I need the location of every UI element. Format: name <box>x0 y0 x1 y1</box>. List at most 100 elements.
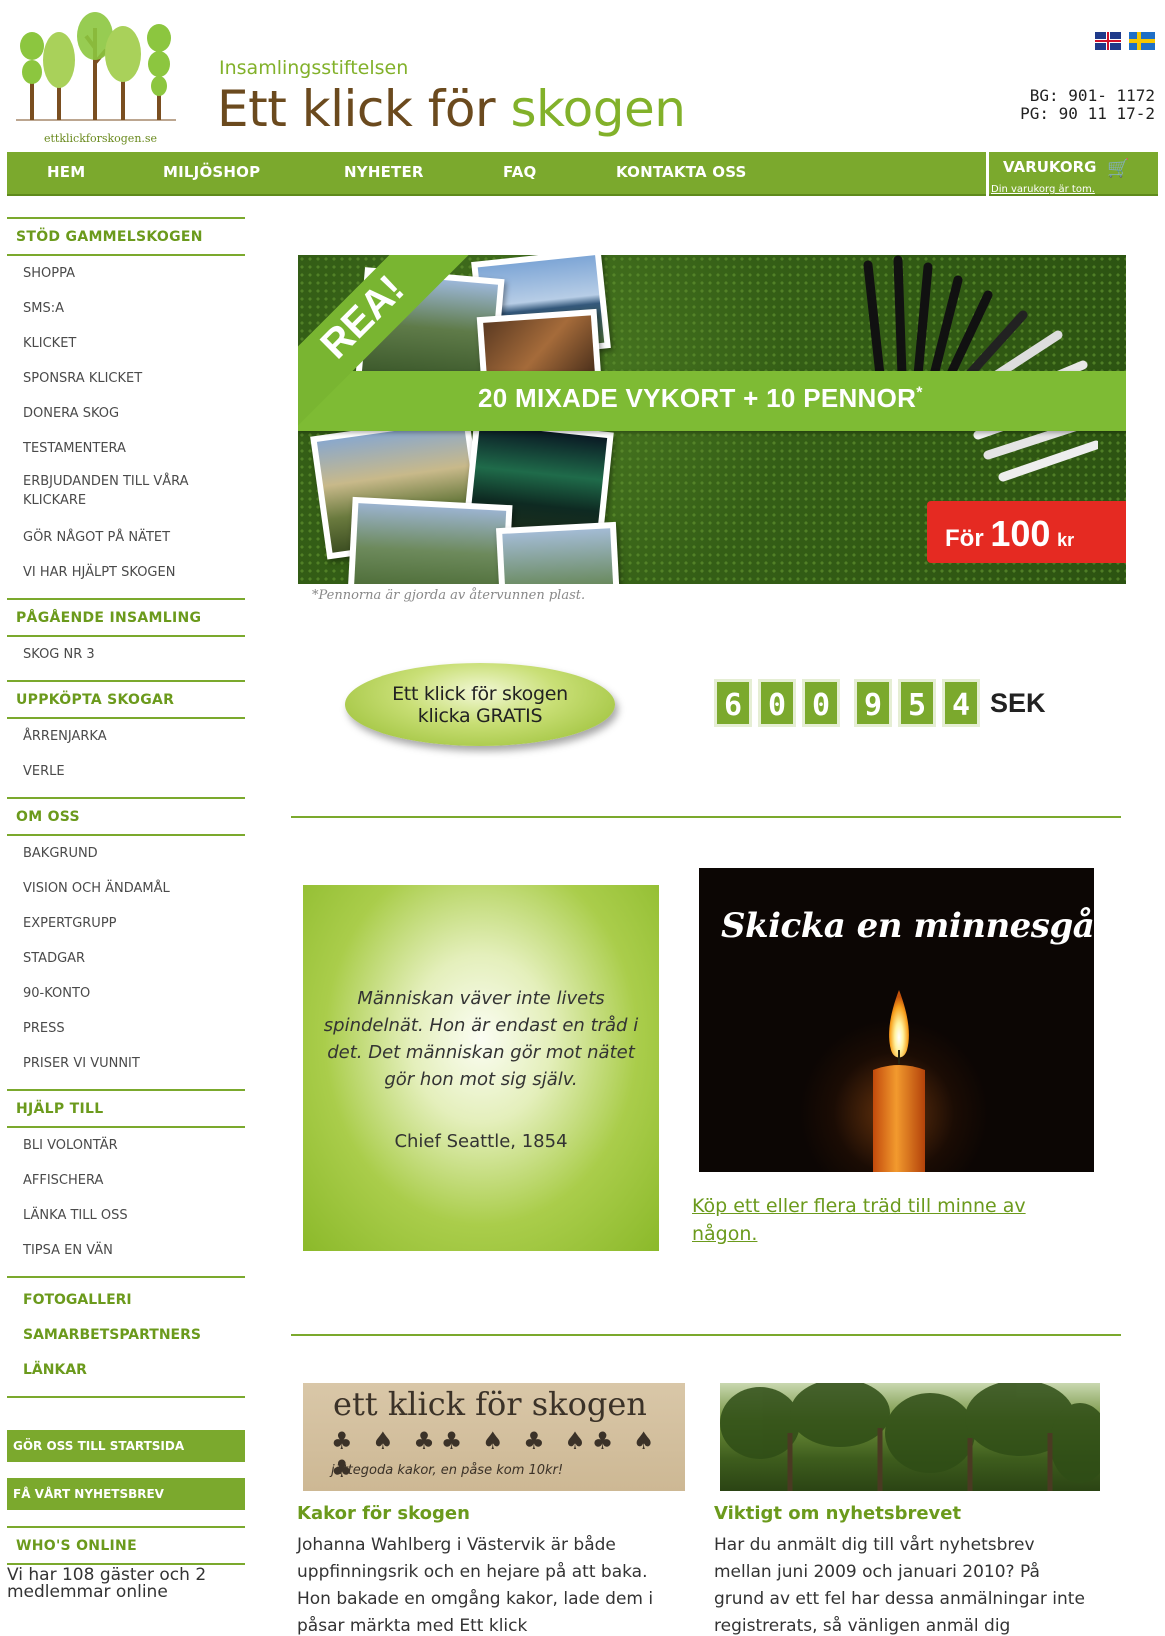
news-text: Har du anmält dig till vårt nyhetsbrev m… <box>714 1535 1085 1636</box>
org-title-part1: Ett klick för <box>217 80 496 138</box>
counter-digit: 4 <box>942 679 980 727</box>
sidebar-item-testamentera[interactable]: TESTAMENTERA <box>7 431 245 466</box>
sidebar: STÖD GAMMELSKOGEN SHOPPA SMS:A KLICKET S… <box>7 217 245 1601</box>
news-image-handwriting: ett klick för skogen <box>333 1385 647 1423</box>
sidebar-item-klicket[interactable]: KLICKET <box>7 326 245 361</box>
sidebar-item-erbjudanden[interactable]: ERBJUDANDEN TILL VÅRA KLICKARE <box>7 466 245 520</box>
click-button-line2[interactable]: klicka GRATIS <box>345 705 615 727</box>
sidebar-item-donera-skog[interactable]: DONERA SKOG <box>7 396 245 431</box>
nav-item-miljoshop[interactable]: MILJÖSHOP <box>163 163 260 181</box>
sidebar-item-affischera[interactable]: AFFISCHERA <box>7 1163 245 1198</box>
logo-url-text: ettklickforskogen.se <box>44 132 158 145</box>
news-image-forest[interactable] <box>720 1383 1100 1491</box>
cart-status[interactable]: Din varukorg är tom. <box>991 184 1095 194</box>
tree-logo-icon <box>16 12 176 121</box>
sidebar-heading-stod-gammelskogen: STÖD GAMMELSKOGEN <box>7 219 245 256</box>
nav-item-kontakta-oss[interactable]: KONTAKTA OSS <box>616 163 747 181</box>
price-prefix: För <box>945 525 984 552</box>
news-image-caption: jättegoda kakor, en påse kom 10kr! <box>331 1463 564 1478</box>
giro-numbers: BG: 901- 1172 PG: 90 11 17-2 <box>1020 87 1155 123</box>
counter-currency: SEK <box>990 687 1046 718</box>
language-switcher <box>1095 32 1155 50</box>
postcard-photo <box>495 521 621 584</box>
counter-digit: 0 <box>802 679 840 727</box>
counter-digit: 5 <box>898 679 936 727</box>
sidebar-link-lankar[interactable]: LÄNKAR <box>7 1353 245 1388</box>
sidebar-item-90-konto[interactable]: 90-KONTO <box>7 976 245 1011</box>
counter-digit: 0 <box>758 679 796 727</box>
news-image-cookies[interactable]: ett klick för skogen ♣ ♠ ♣♣ ♠ ♣ ♠♣ ♠ ♣ j… <box>303 1383 685 1491</box>
section-divider <box>291 1334 1121 1336</box>
counter-digit: 6 <box>714 679 752 727</box>
sidebar-item-priser[interactable]: PRISER VI VUNNIT <box>7 1046 245 1081</box>
news-text: Johanna Wahlberg i Västervik är både upp… <box>297 1535 654 1636</box>
sale-banner[interactable]: 20 MIXADE VYKORT + 10 PENNOR* REA! För 1… <box>298 255 1126 584</box>
sidebar-item-press[interactable]: PRESS <box>7 1011 245 1046</box>
swedish-flag-icon[interactable] <box>1129 32 1155 50</box>
english-flag-icon[interactable] <box>1095 32 1121 50</box>
memorial-title: Skicka en minnesgåva <box>721 906 1094 946</box>
sidebar-heading-pagaende-insamling: PÅGÅENDE INSAMLING <box>7 600 245 637</box>
org-title-part2: skogen <box>510 80 686 138</box>
quote-text: Människan väver inte livets spindelnät. … <box>323 988 639 1090</box>
org-title: Ett klick för skogen <box>217 80 686 138</box>
sidebar-item-tipsa-en-van[interactable]: TIPSA EN VÄN <box>7 1233 245 1268</box>
quote-box: Människan väver inte livets spindelnät. … <box>303 885 659 1251</box>
free-click-button[interactable]: Ett klick för skogen klicka GRATIS <box>345 663 615 746</box>
sidebar-item-expertgrupp[interactable]: EXPERTGRUPP <box>7 906 245 941</box>
cart-label[interactable]: VARUKORG <box>1003 158 1097 176</box>
sidebar-item-verle[interactable]: VERLE <box>7 754 245 789</box>
donation-counter: 6 0 0 9 5 4 SEK <box>714 679 1046 727</box>
memorial-link[interactable]: Köp ett eller flera träd till minne av n… <box>692 1192 1072 1248</box>
price-value: 100 <box>990 513 1051 554</box>
offer-footnote-mark: * <box>916 384 923 402</box>
quote-author: Chief Seattle, 1854 <box>394 1131 568 1152</box>
news-title[interactable]: Kakor för skogen <box>297 1503 470 1524</box>
offer-text: 20 MIXADE VYKORT + 10 PENNOR* <box>478 383 923 414</box>
counter-digit: 9 <box>854 679 892 727</box>
online-count-text: Vi har 108 gäster och 2 medlemmar online <box>7 1565 207 1602</box>
make-startpage-button[interactable]: GÖR OSS TILL STARTSIDA <box>7 1430 245 1462</box>
pens-illustration <box>863 255 1098 482</box>
forest-photo-icon <box>720 1383 1100 1491</box>
news-title[interactable]: Viktigt om nyhetsbrevet <box>714 1503 961 1524</box>
memorial-gift-banner[interactable]: Skicka en minnesgåva <box>699 868 1094 1172</box>
main-nav: HEM MILJÖSHOP NYHETER FAQ KONTAKTA OSS <box>7 152 986 196</box>
nav-item-nyheter[interactable]: NYHETER <box>344 163 424 181</box>
sidebar-heading-om-oss: OM OSS <box>7 799 245 836</box>
sidebar-item-sms[interactable]: SMS:A <box>7 291 245 326</box>
offer-main-text: 20 MIXADE VYKORT + 10 PENNOR <box>478 383 917 413</box>
sidebar-item-bakgrund[interactable]: BAKGRUND <box>7 836 245 871</box>
sidebar-item-vi-har-hjalpt[interactable]: VI HAR HJÄLPT SKOGEN <box>7 555 245 590</box>
banner-footnote: *Pennorna är gjorda av återvunnen plast. <box>312 588 586 603</box>
price-tag: För 100 kr <box>927 501 1126 563</box>
candle-icon <box>873 990 925 1172</box>
bankgiro-number: BG: 901- 1172 <box>1029 86 1155 105</box>
sidebar-link-fotogalleri[interactable]: FOTOGALLERI <box>7 1283 245 1318</box>
section-divider <box>291 816 1121 818</box>
plusgiro-number: PG: 90 11 17-2 <box>1020 104 1155 123</box>
sidebar-item-lanka-till-oss[interactable]: LÄNKA TILL OSS <box>7 1198 245 1233</box>
sidebar-heading-whos-online: WHO'S ONLINE <box>7 1528 245 1565</box>
sidebar-item-arrenjarka[interactable]: ÅRRENJARKA <box>7 719 245 754</box>
sidebar-item-bli-volontar[interactable]: BLI VOLONTÄR <box>7 1128 245 1163</box>
sidebar-heading-uppkopta-skogar: UPPKÖPTA SKOGAR <box>7 682 245 719</box>
sidebar-item-shoppa[interactable]: SHOPPA <box>7 256 245 291</box>
nav-item-hem[interactable]: HEM <box>47 163 85 181</box>
sidebar-heading-hjalp-till: HJÄLP TILL <box>7 1091 245 1128</box>
cart-icon[interactable]: 🛒 <box>1107 158 1129 179</box>
price-unit: kr <box>1057 530 1075 550</box>
sidebar-item-stadgar[interactable]: STADGAR <box>7 941 245 976</box>
sidebar-link-samarbetspartners[interactable]: SAMARBETSPARTNERS <box>7 1318 245 1353</box>
shopping-cart[interactable]: VARUKORG 🛒 Din varukorg är tom. <box>989 152 1158 196</box>
sidebar-item-vision[interactable]: VISION OCH ÄNDAMÅL <box>7 871 245 906</box>
sidebar-item-gor-nagot[interactable]: GÖR NÅGOT PÅ NÄTET <box>7 520 245 555</box>
newsletter-button[interactable]: FÅ VÅRT NYHETSBREV <box>7 1478 245 1510</box>
sidebar-item-sponsra-klicket[interactable]: SPONSRA KLICKET <box>7 361 245 396</box>
org-subtitle: Insamlingsstiftelsen <box>219 57 409 79</box>
postcard-photo <box>347 496 513 584</box>
sidebar-item-skog-nr-3[interactable]: SKOG NR 3 <box>7 637 245 672</box>
click-button-line1[interactable]: Ett klick för skogen <box>345 663 615 705</box>
site-logo[interactable]: ettklickforskogen.se <box>16 8 176 148</box>
nav-item-faq[interactable]: FAQ <box>503 163 537 181</box>
